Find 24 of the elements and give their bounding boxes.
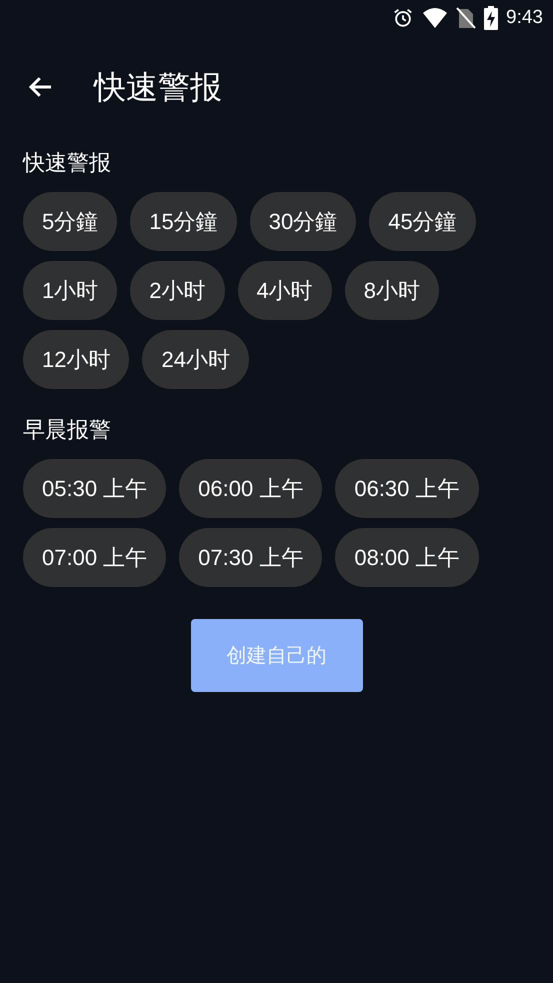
no-sim-icon	[456, 7, 476, 29]
wifi-icon	[422, 7, 448, 29]
time-chip[interactable]: 06:00 上午	[179, 459, 322, 518]
time-chip[interactable]: 2小时	[130, 261, 224, 320]
time-chip[interactable]: 4小时	[238, 261, 332, 320]
time-chip[interactable]: 1小时	[23, 261, 118, 320]
time-chip[interactable]: 8小时	[344, 261, 439, 320]
section-title: 早晨报警	[23, 416, 112, 444]
status-time: 9:43	[506, 6, 543, 30]
section-title: 快速警报	[23, 149, 112, 177]
time-chip[interactable]: 30分鐘	[250, 192, 356, 251]
time-chip[interactable]: 5分鐘	[23, 192, 118, 251]
time-chip[interactable]: 24小时	[142, 330, 249, 389]
time-chip[interactable]: 07:30 上午	[179, 528, 322, 587]
time-chip[interactable]: 06:30 上午	[335, 459, 479, 518]
time-chip[interactable]: 08:00 上午	[335, 528, 479, 587]
alarm-icon	[392, 7, 414, 29]
battery-charging-icon	[484, 6, 498, 30]
time-chip[interactable]: 12小时	[23, 330, 130, 389]
time-chip[interactable]: 45分鐘	[369, 192, 476, 251]
time-chip[interactable]: 15分鐘	[130, 192, 237, 251]
time-chip[interactable]: 05:30 上午	[23, 459, 166, 518]
screen-title: 快速警报	[94, 68, 222, 107]
time-chip[interactable]: 07:00 上午	[23, 528, 166, 587]
